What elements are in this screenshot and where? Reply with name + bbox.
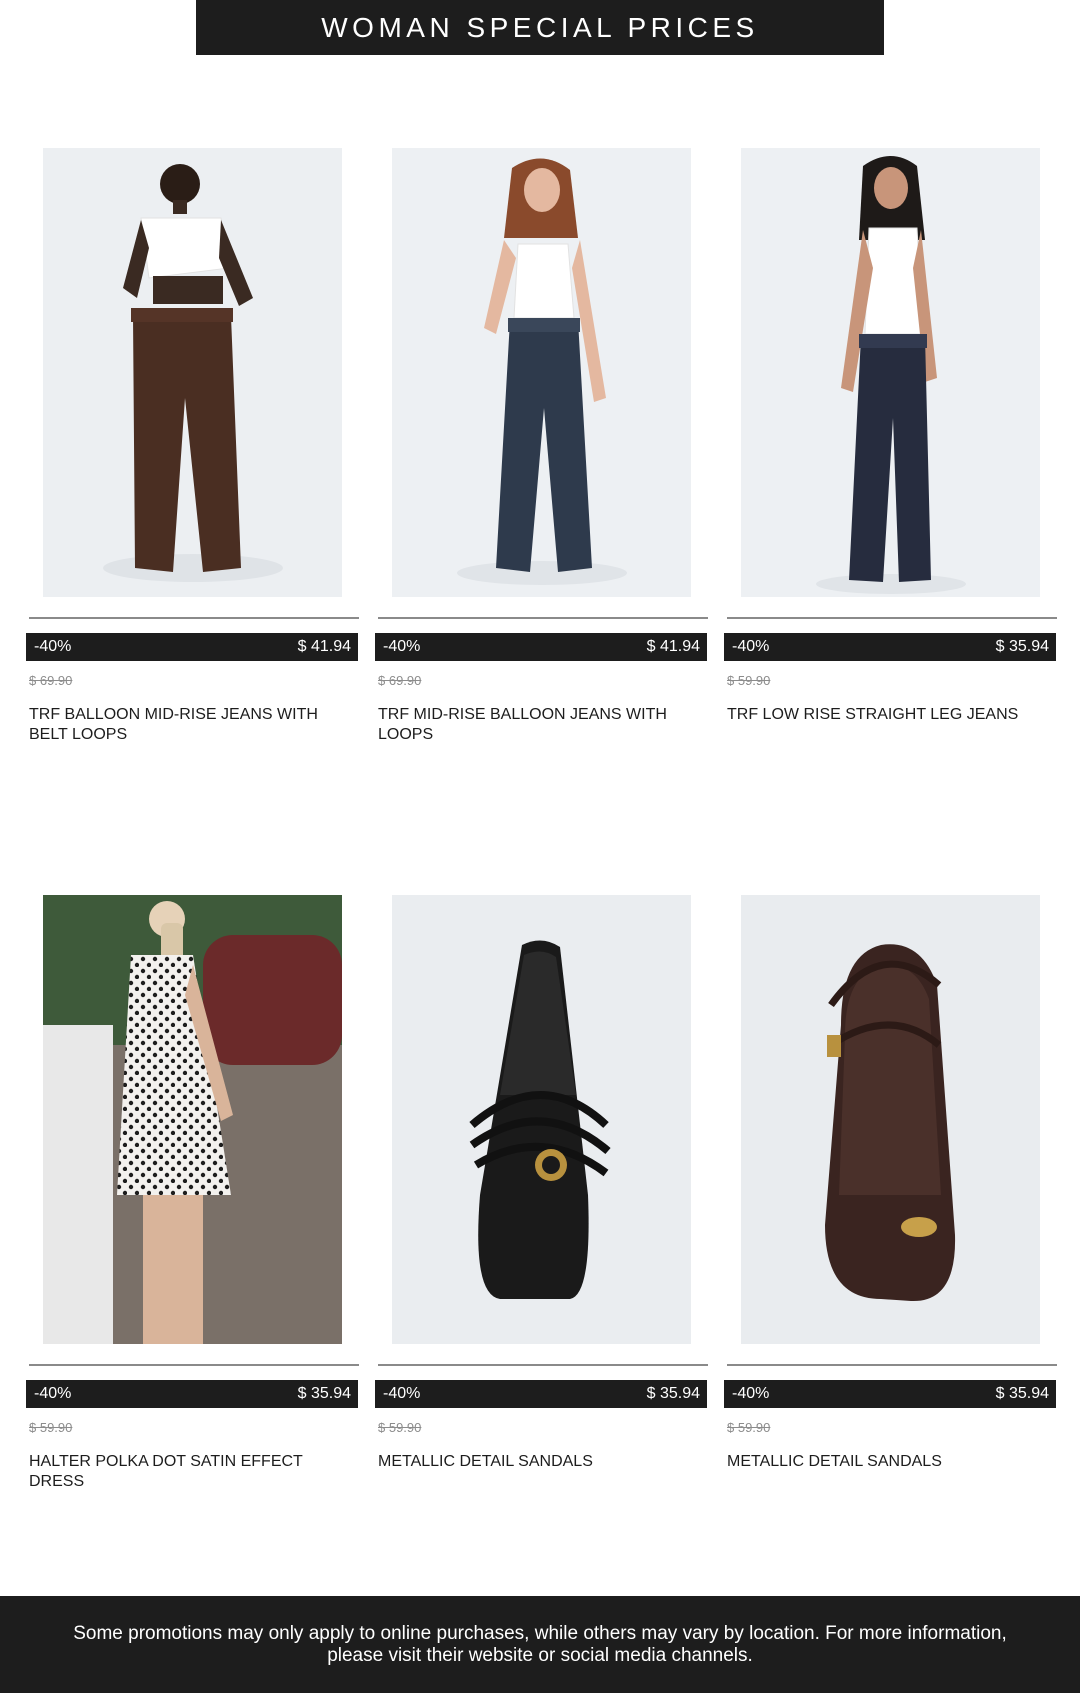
divider bbox=[29, 1364, 359, 1366]
discount-badge: -40% bbox=[732, 638, 770, 655]
product-image-brown-balloon-jeans[interactable] bbox=[43, 148, 342, 597]
divider bbox=[378, 617, 708, 619]
page-title: WOMAN SPECIAL PRICES bbox=[321, 11, 759, 43]
product-image-brown-flat-sandal[interactable] bbox=[741, 895, 1040, 1344]
price-bar: -40% $ 35.94 bbox=[724, 1380, 1056, 1408]
original-price: $ 59.90 bbox=[727, 1420, 771, 1435]
product-name[interactable]: TRF MID-RISE BALLOON JEANS WITH LOOPS bbox=[378, 705, 698, 745]
product-image-black-strappy-sandal[interactable] bbox=[392, 895, 691, 1344]
price-bar: -40% $ 35.94 bbox=[26, 1380, 358, 1408]
discount-badge: -40% bbox=[34, 1385, 72, 1402]
price-bar: -40% $ 41.94 bbox=[375, 633, 707, 661]
product-image-polka-dot-dress[interactable] bbox=[43, 895, 342, 1344]
discount-badge: -40% bbox=[383, 1385, 421, 1402]
product-name[interactable]: TRF LOW RISE STRAIGHT LEG JEANS bbox=[727, 705, 1047, 725]
discount-badge: -40% bbox=[383, 638, 421, 655]
disclaimer-footer: Some promotions may only apply to online… bbox=[0, 1596, 1080, 1693]
promo-title-banner: WOMAN SPECIAL PRICES bbox=[196, 0, 884, 55]
product-name[interactable]: METALLIC DETAIL SANDALS bbox=[378, 1452, 698, 1472]
discount-badge: -40% bbox=[732, 1385, 770, 1402]
product-name[interactable]: METALLIC DETAIL SANDALS bbox=[727, 1452, 1047, 1472]
divider bbox=[378, 1364, 708, 1366]
divider bbox=[727, 617, 1057, 619]
sale-price: $ 35.94 bbox=[297, 1385, 351, 1402]
divider bbox=[29, 617, 359, 619]
discount-badge: -40% bbox=[34, 638, 72, 655]
disclaimer-text: Some promotions may only apply to online… bbox=[73, 1622, 1007, 1666]
sale-price: $ 35.94 bbox=[995, 1385, 1049, 1402]
sale-price: $ 35.94 bbox=[995, 638, 1049, 655]
original-price: $ 59.90 bbox=[727, 673, 771, 688]
original-price: $ 59.90 bbox=[29, 1420, 73, 1435]
sale-price: $ 35.94 bbox=[646, 1385, 700, 1402]
product-image-blue-balloon-jeans[interactable] bbox=[392, 148, 691, 597]
price-bar: -40% $ 41.94 bbox=[26, 633, 358, 661]
product-name[interactable]: TRF BALLOON MID-RISE JEANS WITH BELT LOO… bbox=[29, 705, 349, 745]
original-price: $ 59.90 bbox=[378, 1420, 422, 1435]
product-name[interactable]: HALTER POLKA DOT SATIN EFFECT DRESS bbox=[29, 1452, 349, 1492]
divider bbox=[727, 1364, 1057, 1366]
sale-price: $ 41.94 bbox=[646, 638, 700, 655]
original-price: $ 69.90 bbox=[378, 673, 422, 688]
original-price: $ 69.90 bbox=[29, 673, 73, 688]
price-bar: -40% $ 35.94 bbox=[724, 633, 1056, 661]
product-image-straight-leg-jeans[interactable] bbox=[741, 148, 1040, 597]
price-bar: -40% $ 35.94 bbox=[375, 1380, 707, 1408]
sale-price: $ 41.94 bbox=[297, 638, 351, 655]
